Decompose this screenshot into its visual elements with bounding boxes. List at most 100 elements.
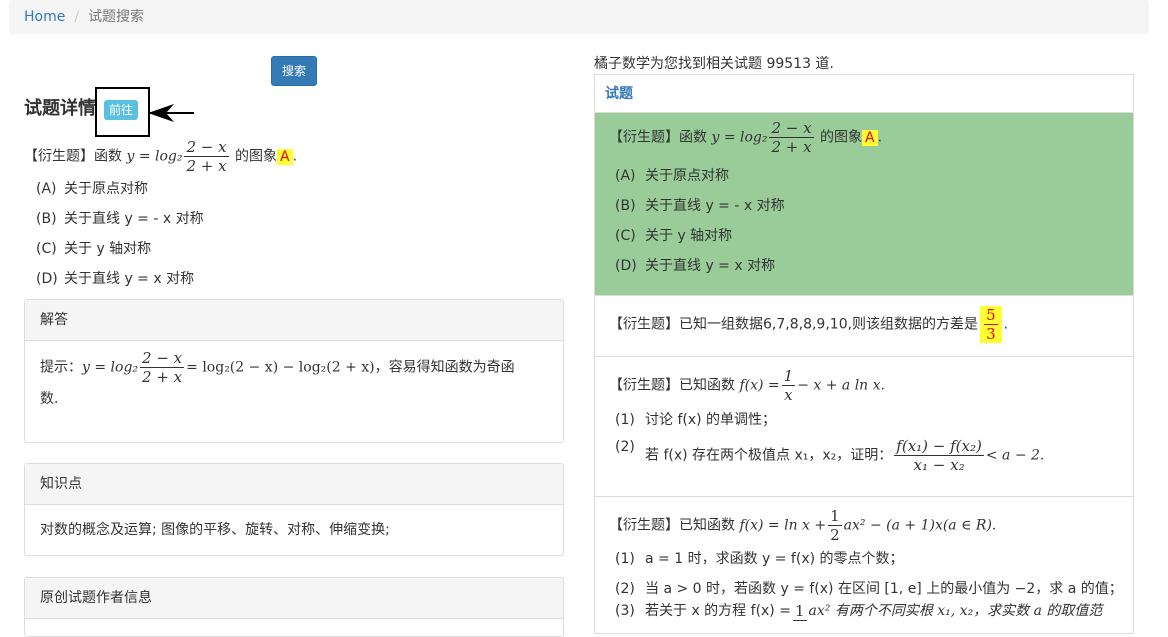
solution-header: 解答: [25, 300, 563, 341]
hint-numerator: 2 − x: [140, 349, 185, 368]
solution-panel: 解答 提示：y = log₂ 2 − x2 + x = log₂(2 − x) − …: [24, 299, 564, 443]
hint-denominator: 2 + x: [142, 368, 183, 386]
result-stem-fraction: 1x: [781, 367, 796, 404]
option-d: (D) 关于直线 y = x 对称: [36, 269, 194, 289]
option-text: 关于直线 y = - x 对称: [645, 198, 785, 214]
result-stem-prefix: 【衍生题】函数: [609, 129, 707, 146]
hint-func: y = log₂: [82, 359, 139, 376]
sub-post: < a − 2.: [985, 447, 1045, 464]
sub-key: (1): [615, 412, 635, 428]
option-key: (B): [615, 198, 636, 214]
stem-func: y = log₂: [126, 148, 183, 165]
result-stem-fraction: 2 − x2 + x: [769, 119, 814, 156]
result-item-2[interactable]: 【衍生题】已知一组数据6,7,8,8,9,10,则该组数据的方差是 5 3.: [595, 296, 1133, 357]
result-sub-2: (2) 若 f(x) 存在两个极值点 x₁，x₂，证明： f(x₁) − f(x₂)…: [615, 437, 1044, 474]
result-sub-1: (1) 讨论 f(x) 的单调性；: [615, 410, 776, 430]
option-key: (A): [615, 168, 636, 184]
hint-prefix: 提示：: [40, 359, 82, 376]
sub-key: (3): [615, 603, 635, 619]
sub-denominator: x₁ − x₂: [913, 456, 965, 474]
option-key: (D): [615, 258, 637, 274]
sub-fraction: f(x₁) − f(x₂) x₁ − x₂: [894, 437, 984, 474]
result-stem-func: y = log₂: [711, 129, 768, 146]
option-b: (B) 关于直线 y = - x 对称: [36, 209, 204, 229]
stem-prefix: 【衍生题】函数: [24, 148, 122, 165]
answer-denominator: 3: [986, 325, 996, 343]
option-c: (C) 关于 y 轴对称: [36, 239, 151, 259]
solution-line-1: 提示：y = log₂ 2 − x2 + x = log₂(2 − x) − log…: [40, 349, 548, 386]
result-stem-denominator: 2: [830, 526, 840, 544]
result-stem-rest: − x + a ln x.: [797, 377, 885, 394]
result-option-b: (B) 关于直线 y = - x 对称: [615, 196, 785, 216]
option-text: 关于 y 轴对称: [64, 241, 152, 257]
breadcrumb-separator: /: [74, 9, 80, 25]
breadcrumb-home-link[interactable]: Home: [24, 9, 65, 25]
result-stem-numerator: 1: [828, 507, 842, 526]
option-text: 关于直线 y = x 对称: [64, 271, 195, 287]
stem-suffix: 的图象: [235, 148, 278, 165]
result-option-d: (D) 关于直线 y = x 对称: [615, 256, 775, 276]
result-answer-badge: A: [862, 129, 878, 146]
option-key: (C): [36, 241, 57, 257]
solution-body: 提示：y = log₂ 2 − x2 + x = log₂(2 − x) − log…: [25, 341, 563, 422]
stem-fraction: 2 − x2 + x: [184, 138, 229, 175]
sub-text: a = 1 时，求函数 y = f(x) 的零点个数；: [645, 551, 904, 567]
sub-text: 若关于 x 的方程 f(x) =: [645, 603, 791, 619]
result-stem-numerator: 2 − x: [769, 119, 814, 138]
result-list: 试题 【衍生题】函数 y = log₂ 2 − x2 + x 的图象 A. (A) 关…: [594, 74, 1134, 634]
sub-post: ax² 有两个不同实根 x₁, x₂，求实数 a 的取值范: [808, 603, 1103, 619]
result-stem: 【衍生题】函数 y = log₂ 2 − x2 + x 的图象 A.: [609, 119, 883, 156]
annotation-arrow-icon: [148, 104, 194, 122]
result-count: 橘子数学为您找到相关试题 99513 道.: [594, 56, 834, 72]
knowledge-panel: 知识点 对数的概念及运算; 图像的平移、旋转、对称、伸缩变换;: [24, 463, 564, 556]
sub-fraction: 1: [792, 601, 807, 621]
result-stem: 【衍生题】已知函数 f(x) = ln x +1 2 ax² − (a + 1)x(…: [609, 507, 996, 544]
result-stem-rest: ax² − (a + 1)x(a ∈ R).: [843, 517, 997, 534]
result-sub-2: (2) 当 a > 0 时，若函数 y = f(x) 在区间 [1, e] 上的最…: [615, 579, 1123, 599]
author-header: 原创试题作者信息: [25, 578, 563, 619]
result-stem-func: f(x) =: [739, 377, 780, 394]
option-text: 关于原点对称: [645, 168, 729, 184]
sub-text: 当 a > 0 时，若函数 y = f(x) 在区间 [1, e] 上的最小值为…: [645, 581, 1123, 597]
option-text: 关于原点对称: [64, 181, 148, 197]
result-stem: 【衍生题】已知函数 f(x) = 1 x − x + a ln x.: [609, 367, 885, 404]
author-panel: 原创试题作者信息: [24, 577, 564, 637]
result-answer-fraction: 53: [980, 306, 1002, 343]
sub-text: 若 f(x) 存在两个极值点 x₁，x₂，证明：: [645, 447, 893, 464]
stem-numerator: 2 − x: [184, 138, 229, 157]
result-stem-prefix: 【衍生题】已知函数: [609, 517, 735, 534]
goto-button[interactable]: 前往: [104, 100, 138, 120]
option-key: (A): [36, 181, 57, 197]
result-stem-denominator: x: [784, 386, 793, 404]
result-stem-prefix: 【衍生题】已知函数: [609, 377, 735, 394]
sub-numerator: f(x₁) − f(x₂): [894, 437, 984, 456]
result-stem-text: 【衍生题】已知一组数据6,7,8,8,9,10,则该组数据的方差是: [609, 316, 979, 333]
option-text: 关于直线 y = - x 对称: [64, 211, 204, 227]
option-key: (B): [36, 211, 57, 227]
result-option-c: (C) 关于 y 轴对称: [615, 226, 732, 246]
option-key: (C): [615, 228, 636, 244]
result-item-4[interactable]: 【衍生题】已知函数 f(x) = ln x +1 2 ax² − (a + 1)x(…: [595, 497, 1133, 633]
result-item-1[interactable]: 【衍生题】函数 y = log₂ 2 − x2 + x 的图象 A. (A) 关于原点…: [595, 113, 1133, 296]
sub-key: (2): [615, 439, 635, 455]
question-stem: 【衍生题】函数 y = log₂ 2 − x2 + x 的图象 A.: [24, 138, 298, 175]
result-item-3[interactable]: 【衍生题】已知函数 f(x) = 1 x − x + a ln x. (1) 讨论 f(…: [595, 357, 1133, 497]
sub-numerator: 1: [792, 601, 807, 621]
search-button[interactable]: 搜索: [271, 56, 317, 86]
answer-numerator: 5: [984, 306, 998, 325]
option-text: 关于 y 轴对称: [645, 228, 733, 244]
knowledge-content: 对数的概念及运算; 图像的平移、旋转、对称、伸缩变换;: [40, 522, 390, 538]
stem-denominator: 2 + x: [186, 157, 227, 175]
option-key: (D): [36, 271, 58, 287]
knowledge-header: 知识点: [25, 464, 563, 505]
answer-badge: A: [277, 148, 293, 165]
sub-key: (1): [615, 551, 635, 567]
result-stem-func: f(x) = ln x +: [739, 517, 827, 534]
breadcrumb: Home / 试题搜索: [9, 0, 1149, 34]
result-stem-fraction: 12: [828, 507, 842, 544]
result-option-a: (A) 关于原点对称: [615, 166, 729, 186]
result-stem-denominator: 2 + x: [771, 138, 812, 156]
option-a: (A) 关于原点对称: [36, 179, 148, 199]
solution-line-2: 数.: [40, 391, 59, 407]
hint-rest: = log₂(2 − x) − log₂(2 + x)，容易得知函数为奇函: [186, 359, 515, 376]
